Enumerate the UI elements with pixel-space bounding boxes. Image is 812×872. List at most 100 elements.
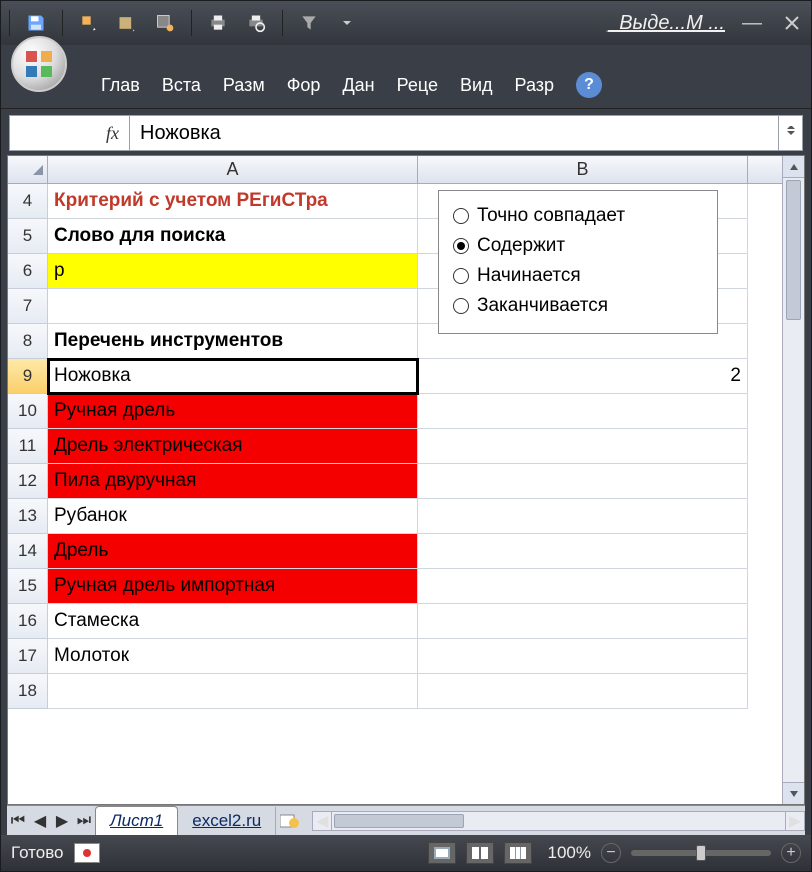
cell-a7[interactable] [48,289,418,324]
scroll-right-icon[interactable]: ▶ [785,811,805,831]
option-starts[interactable]: Начинается [453,261,703,291]
tab-layout[interactable]: Разм [213,65,275,108]
option-exact[interactable]: Точно совпадает [453,201,703,231]
cell-a17[interactable]: Молоток [48,639,418,674]
option-exact-label: Точно совпадает [477,205,625,227]
hscroll-thumb[interactable] [334,814,464,828]
tool-icon-2[interactable] [113,9,141,37]
vertical-scrollbar[interactable] [782,156,804,804]
sheet-tabs-bar: ⏮ ◀ ▶ ⏭ Лист1 excel2.ru ◀ ▶ [7,805,805,835]
cell-a10[interactable]: Ручная дрель [48,394,418,429]
row-header[interactable]: 10 [8,394,48,429]
cell-b9[interactable]: 2 [418,359,748,394]
status-ready: Готово [11,843,64,863]
row-header[interactable]: 13 [8,499,48,534]
zoom-out-button[interactable]: − [601,843,621,863]
cell-b18[interactable] [418,674,748,709]
view-normal-icon[interactable] [428,842,456,864]
cell-a18[interactable] [48,674,418,709]
cell-a14[interactable]: Дрель [48,534,418,569]
option-ends[interactable]: Заканчивается [453,291,703,321]
cell-b13[interactable] [418,499,748,534]
cell-b10[interactable] [418,394,748,429]
tab-formulas[interactable]: Фор [277,65,331,108]
horizontal-scrollbar[interactable]: ◀ ▶ [312,811,805,831]
column-header-b[interactable]: B [418,156,748,183]
row-header[interactable]: 18 [8,674,48,709]
tab-insert[interactable]: Вста [152,65,211,108]
row-header[interactable]: 17 [8,639,48,674]
save-icon[interactable] [22,9,50,37]
cell-a5[interactable]: Слово для поиска [48,219,418,254]
sheet-nav-prev-icon[interactable]: ◀ [29,810,51,832]
new-sheet-button[interactable] [276,813,304,829]
zoom-thumb[interactable] [696,845,706,861]
scroll-down-icon[interactable] [783,782,804,804]
scroll-up-icon[interactable] [783,156,804,178]
formula-input[interactable]: Ножовка [130,122,778,145]
cell-b11[interactable] [418,429,748,464]
zoom-label[interactable]: 100% [548,843,591,863]
cell-b16[interactable] [418,604,748,639]
row-header[interactable]: 14 [8,534,48,569]
row-header[interactable]: 6 [8,254,48,289]
cell-a16[interactable]: Стамеска [48,604,418,639]
sheet-nav-next-icon[interactable]: ▶ [51,810,73,832]
ribbon-tabs: Глав Вста Разм Фор Дан Реце Вид Разр [91,65,564,108]
column-header-a[interactable]: A [48,156,418,183]
tab-home[interactable]: Глав [91,65,150,108]
row-header[interactable]: 9 [8,359,48,394]
print-preview-icon[interactable] [242,9,270,37]
option-contains[interactable]: Содержит [453,231,703,261]
cell-a15[interactable]: Ручная дрель импортная [48,569,418,604]
cell-a8[interactable]: Перечень инструментов [48,324,418,359]
zoom-slider[interactable] [631,850,771,856]
minimize-button[interactable]: — [739,10,765,36]
tab-developer[interactable]: Разр [505,65,564,108]
zoom-in-button[interactable]: + [781,843,801,863]
tab-view[interactable]: Вид [450,65,503,108]
qat-dropdown-icon[interactable] [333,9,361,37]
sheet-nav-last-icon[interactable]: ⏭ [73,810,95,832]
cell-a6[interactable]: р [48,254,418,289]
tool-icon-4[interactable] [295,9,323,37]
tab-data[interactable]: Дан [332,65,384,108]
tool-icon-1[interactable] [75,9,103,37]
row-header[interactable]: 15 [8,569,48,604]
cell-a9[interactable]: Ножовка [48,359,418,394]
row-header[interactable]: 7 [8,289,48,324]
row-header[interactable]: 8 [8,324,48,359]
row-header[interactable]: 12 [8,464,48,499]
sheet-tab-active[interactable]: Лист1 [95,806,178,835]
option-ends-label: Заканчивается [477,295,608,317]
cell-b14[interactable] [418,534,748,569]
tab-review[interactable]: Реце [387,65,448,108]
formula-expand-button[interactable] [778,116,802,150]
help-button[interactable]: ? [576,72,602,98]
print-icon[interactable] [204,9,232,37]
tool-icon-3[interactable] [151,9,179,37]
select-all-button[interactable] [8,156,48,183]
cell-b15[interactable] [418,569,748,604]
view-page-break-icon[interactable] [504,842,532,864]
close-button[interactable] [779,10,805,36]
cell-a13[interactable]: Рубанок [48,499,418,534]
row-header[interactable]: 5 [8,219,48,254]
row-header[interactable]: 16 [8,604,48,639]
column-headers: A B [8,156,782,184]
sheet-nav-first-icon[interactable]: ⏮ [7,810,29,832]
scroll-left-icon[interactable]: ◀ [312,811,332,831]
cell-a11[interactable]: Дрель электрическая [48,429,418,464]
cell-a12[interactable]: Пила двуручная [48,464,418,499]
row-header[interactable]: 4 [8,184,48,219]
office-button[interactable] [11,36,67,92]
cell-b17[interactable] [418,639,748,674]
fx-label[interactable]: fx [10,116,130,150]
cell-a4[interactable]: Критерий с учетом РЕгиСТра [48,184,418,219]
scroll-thumb[interactable] [786,180,801,320]
view-page-layout-icon[interactable] [466,842,494,864]
macro-record-icon[interactable] [74,843,100,863]
cell-b12[interactable] [418,464,748,499]
sheet-tab-second[interactable]: excel2.ru [178,807,276,835]
row-header[interactable]: 11 [8,429,48,464]
